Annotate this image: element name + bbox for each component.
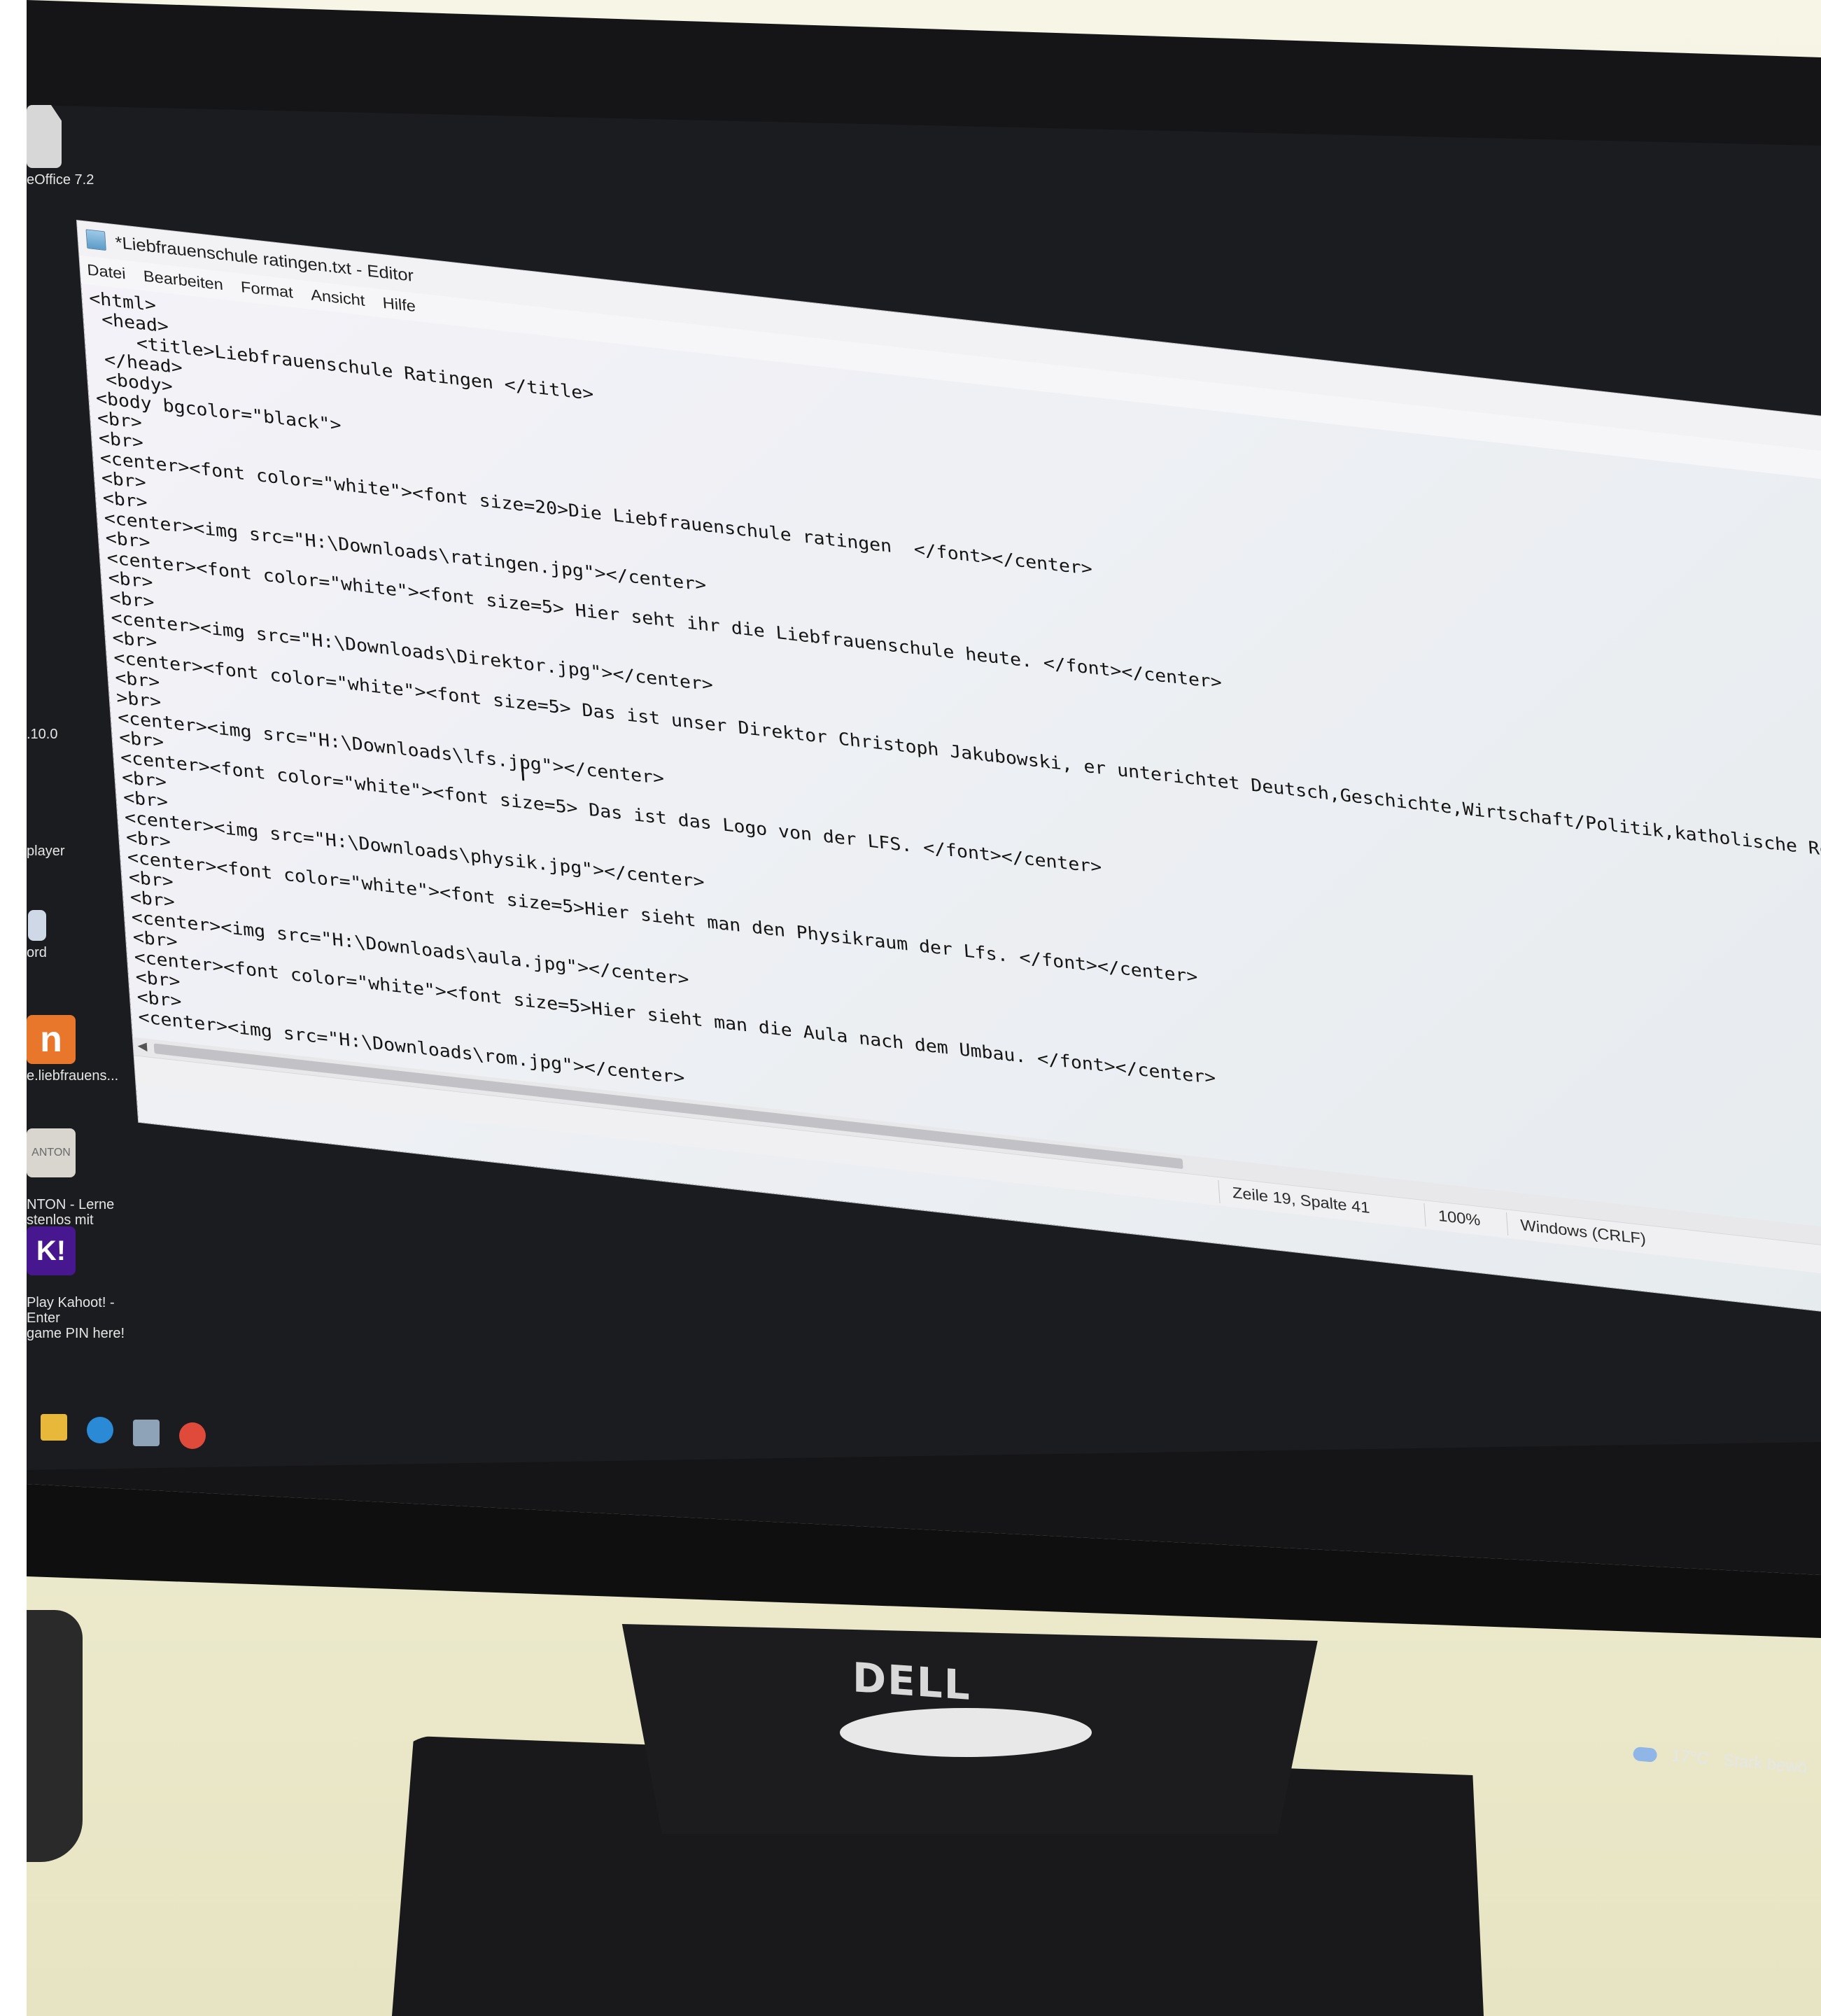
code-line: <center><font color="white"><font size=2…: [99, 447, 1093, 580]
desktop-icon-label: Play Kahoot! - Enter game PIN here!: [27, 1295, 125, 1341]
photo-edge: [0, 0, 27, 2016]
monitor-stand-disc: [840, 1708, 1092, 1757]
desktop-icon-liebfrauen[interactable]: n e.liebfrauens...: [27, 1015, 132, 1084]
scroll-left-icon[interactable]: ◀: [137, 1039, 148, 1054]
status-divider: [1505, 1212, 1509, 1236]
menu-format[interactable]: Format: [240, 279, 293, 302]
taskbar: [27, 1414, 1821, 1463]
menu-ansicht[interactable]: Ansicht: [310, 286, 365, 310]
file-explorer-icon[interactable]: [41, 1414, 67, 1441]
menu-bearbeiten[interactable]: Bearbeiten: [143, 267, 224, 295]
desk-object: [27, 1610, 83, 1862]
dell-logo: DELL: [852, 1653, 971, 1709]
photo-scene: DELL eOffice 7.2 .10.0 player ord n e.li…: [0, 0, 1821, 2016]
desktop-icon-label: e.liebfrauens...: [27, 1068, 119, 1084]
anton-icon: ANTON: [27, 1128, 76, 1177]
desktop-icon-kahoot[interactable]: K! Play Kahoot! - Enter game PIN here!: [27, 1211, 132, 1341]
notepad-icon: [85, 229, 106, 251]
status-divider: [1218, 1180, 1221, 1203]
desktop-icon-label: .10.0: [27, 727, 58, 742]
cloud-icon: [1632, 1746, 1658, 1763]
chrome-browser-icon[interactable]: [179, 1422, 206, 1449]
desktop-icon-label: ord: [27, 945, 47, 960]
document-icon: [27, 105, 62, 168]
menu-hilfe[interactable]: Hilfe: [382, 295, 416, 316]
weather-temperature: 17°C: [1671, 1746, 1710, 1769]
desktop-icon-office[interactable]: eOffice 7.2: [27, 105, 132, 188]
notepad-taskbar-icon[interactable]: [133, 1420, 160, 1446]
status-divider: [1423, 1203, 1426, 1226]
desktop-icon-player[interactable]: player: [27, 844, 132, 859]
desktop-icon-label: player: [27, 844, 65, 859]
orange-app-icon: n: [27, 1015, 76, 1064]
menu-datei[interactable]: Datei: [87, 261, 127, 284]
edge-browser-icon[interactable]: [87, 1417, 113, 1443]
kahoot-icon: K!: [27, 1226, 76, 1275]
zoom-level: 100%: [1437, 1207, 1482, 1230]
desktop-icon-word[interactable]: ord: [27, 910, 132, 960]
desktop-icon-label: eOffice 7.2: [27, 172, 94, 188]
word-document-icon: [28, 910, 46, 941]
